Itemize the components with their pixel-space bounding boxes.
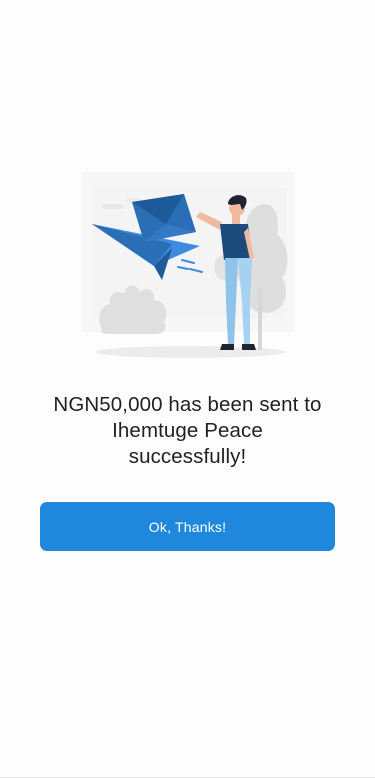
ok-thanks-button[interactable]: Ok, Thanks!	[40, 502, 335, 551]
transfer-success-screen: NGN50,000 has been sent to Ihemtuge Peac…	[0, 0, 375, 778]
success-message-recipient-line: Ihemtuge Peace	[112, 419, 263, 442]
success-message-amount-line: NGN50,000 has been sent to	[53, 393, 322, 416]
person-sending-envelope-illustration	[82, 172, 294, 358]
success-illustration	[82, 168, 297, 363]
ground-shadow	[95, 346, 285, 358]
success-message: NGN50,000 has been sent to Ihemtuge Peac…	[20, 392, 355, 470]
success-message-status-line: successfully!	[128, 445, 247, 468]
cloud-dash	[102, 204, 124, 209]
